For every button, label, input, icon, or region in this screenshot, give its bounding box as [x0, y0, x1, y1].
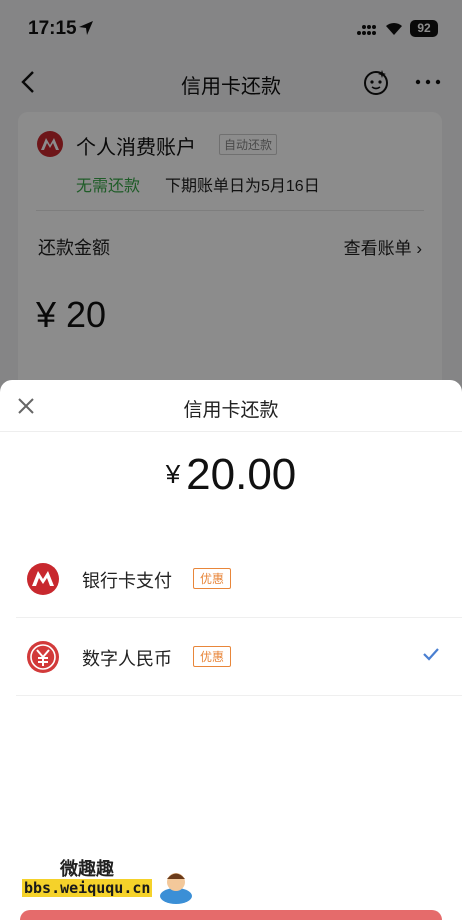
watermark-title: 微趣趣 [60, 859, 114, 879]
payment-option-bank-card[interactable]: 银行卡支付 优惠 [16, 540, 462, 618]
cmb-bank-icon [27, 563, 59, 595]
watermark-url: bbs.weiququ.cn [22, 879, 153, 897]
payment-sheet: 信用卡还款 ¥20.00 银行卡支付 优惠 数字人民币 优惠 [0, 380, 462, 920]
divider [0, 431, 462, 432]
option-label: 数字人民币 [82, 649, 172, 669]
divider [16, 695, 462, 696]
currency-symbol: ¥ [165, 459, 181, 489]
discount-tag: 优惠 [193, 646, 232, 667]
confirm-button[interactable] [20, 910, 442, 920]
ecny-icon [27, 641, 59, 673]
check-icon [423, 648, 439, 661]
sheet-title: 信用卡还款 [183, 400, 279, 421]
watermark-mascot-icon [160, 873, 192, 904]
amount-value: 20.00 [186, 450, 297, 499]
option-label: 银行卡支付 [82, 571, 172, 591]
payment-option-ecny[interactable]: 数字人民币 优惠 [16, 618, 462, 696]
payment-amount: ¥20.00 [0, 450, 462, 500]
discount-tag: 优惠 [193, 568, 232, 589]
